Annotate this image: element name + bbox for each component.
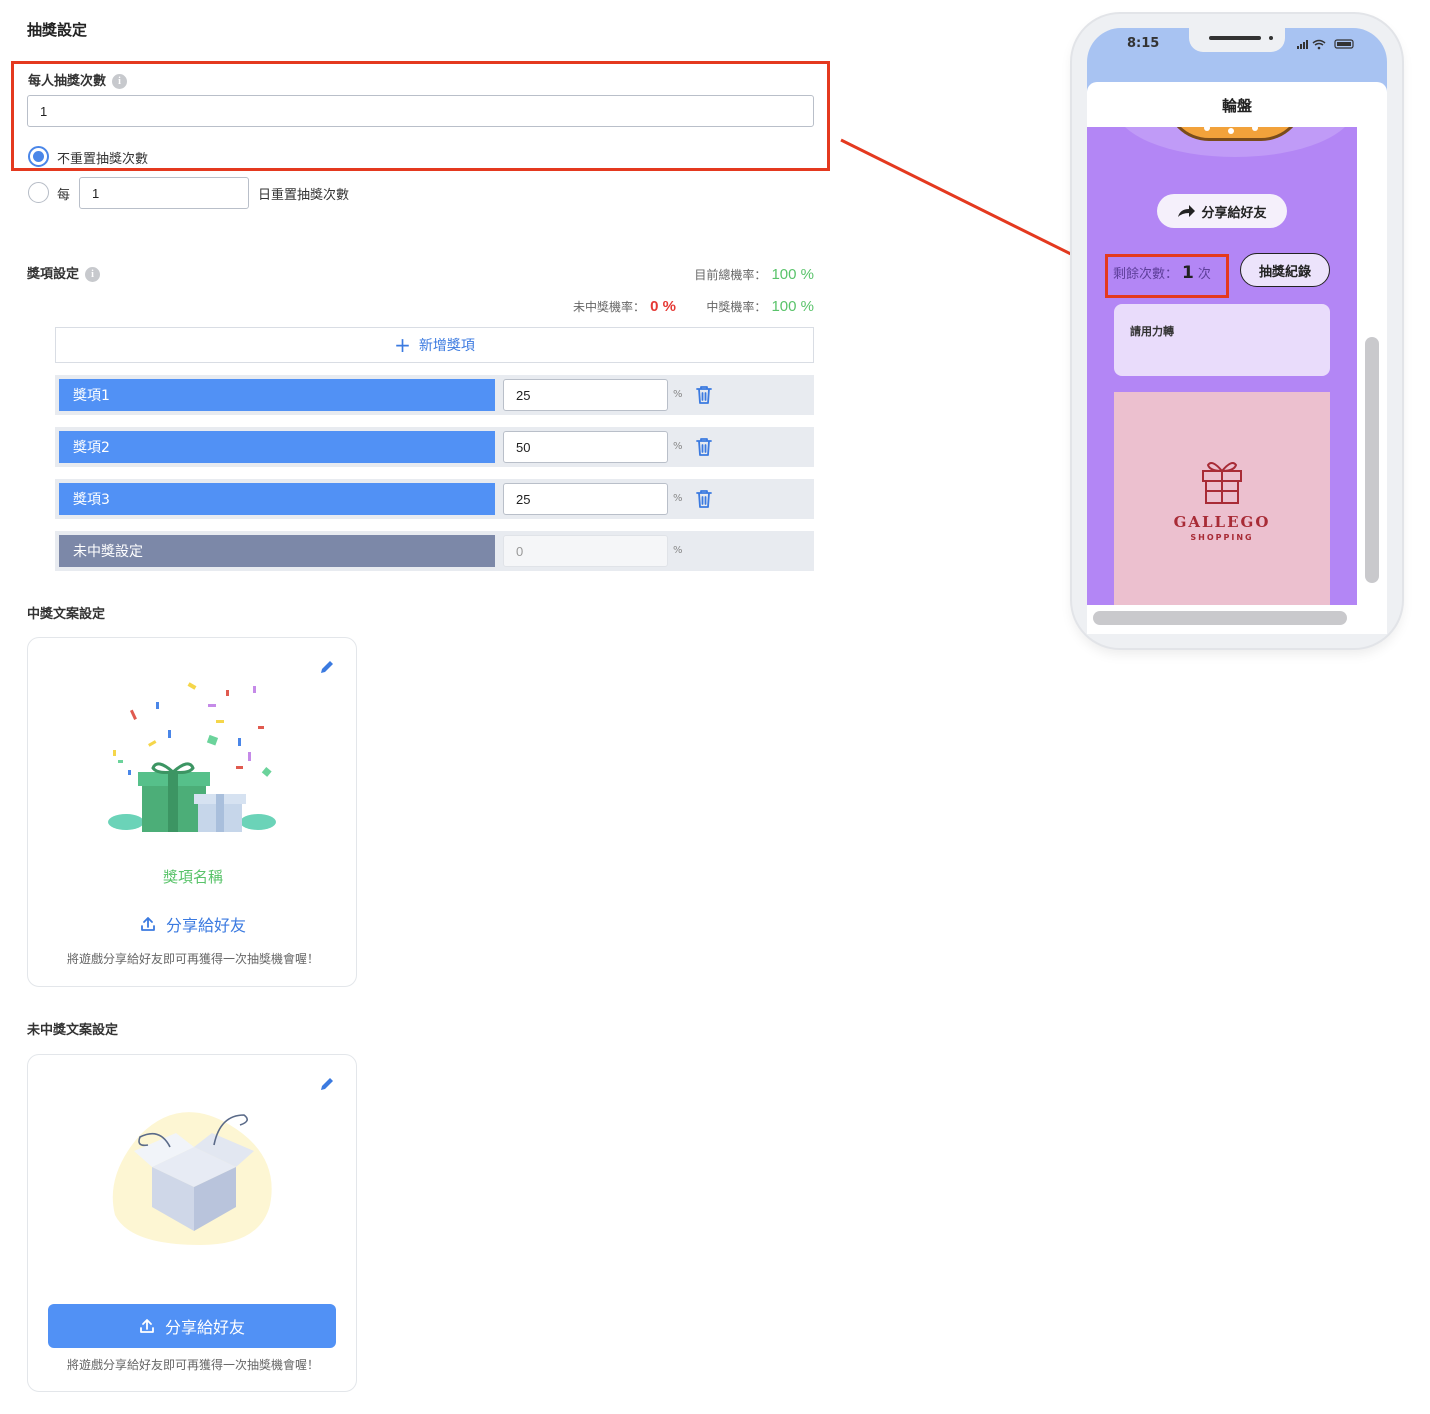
remaining-value: 1: [1182, 263, 1194, 283]
gift-logo-icon: [1202, 462, 1242, 504]
no-reset-radio[interactable]: [28, 146, 49, 167]
total-prob-value: 100 %: [771, 266, 814, 283]
prize-settings-title-text: 獎項設定: [27, 267, 80, 282]
win-share-note: 將遊戲分享給好友即可再獲得一次抽獎機會喔！: [66, 952, 319, 966]
prize-name[interactable]: 獎項1: [59, 379, 495, 411]
win-copy-card: 獎項名稱 分享給好友 將遊戲分享給好友即可再獲得一次抽獎機會喔！: [27, 637, 357, 987]
trash-icon[interactable]: [695, 489, 713, 509]
lottery-settings-title: 抽獎設定: [27, 21, 88, 39]
percent-sign: %: [673, 545, 683, 556]
lose-prob-label: 未中獎機率：: [573, 300, 646, 314]
total-prob-label: 目前總機率：: [694, 268, 767, 282]
plus-icon: +: [394, 333, 411, 357]
lose-prob-value: 0 %: [650, 298, 676, 315]
phone-share-label: 分享給好友: [1201, 205, 1267, 221]
upload-icon: [140, 1319, 154, 1333]
brand-name: GALLEGO: [1173, 513, 1271, 531]
per-person-label: 每人抽獎次數 i: [28, 70, 128, 89]
gift-celebration-illustration: [108, 682, 276, 832]
trash-icon[interactable]: [695, 385, 713, 405]
lottery-history-button[interactable]: 抽獎紀錄: [1240, 253, 1330, 287]
prize-name-text: 獎項名稱: [162, 868, 223, 886]
info-icon: i: [85, 267, 101, 282]
reset-days-input[interactable]: 1: [79, 177, 249, 209]
add-prize-label: 新增獎項: [418, 338, 475, 354]
prize-rate-input[interactable]: 25: [503, 379, 668, 411]
prize-row: 獎項1 25 %: [55, 375, 814, 415]
phone-notch: [1189, 28, 1285, 52]
no-win-rate-input: 0: [503, 535, 668, 567]
lose-share-label: 分享給好友: [164, 1318, 245, 1337]
prize-row: 獎項3 25 %: [55, 479, 814, 519]
prize-rate-input[interactable]: 25: [503, 483, 668, 515]
vertical-scrollbar[interactable]: [1365, 337, 1379, 583]
lose-share-button[interactable]: 分享給好友: [48, 1304, 336, 1348]
prize-name[interactable]: 獎項2: [59, 431, 495, 463]
win-share-label: 分享給好友: [165, 916, 246, 935]
win-probability: 中獎機率： 100 %: [706, 296, 814, 315]
daily-reset-label: 日重置抽獎次數: [258, 188, 350, 203]
upload-icon: [141, 917, 155, 931]
spin-hint-card: 請用力轉: [1114, 304, 1330, 376]
total-probability: 目前總機率： 100 %: [694, 264, 814, 283]
share-arrow-icon: [1178, 205, 1196, 217]
per-person-label-text: 每人抽獎次數: [28, 74, 107, 89]
phone-bottom-bar: [1087, 605, 1387, 634]
phone-screen: 8:15 輪盤 分享給好友 剩餘次數： 1 次 抽獎紀錄 請用力轉 GALLEG…: [1087, 28, 1387, 634]
no-reset-label: 不重置抽獎次數: [57, 152, 149, 167]
win-share-link[interactable]: 分享給好友: [28, 912, 358, 936]
remaining-unit: 次: [1197, 267, 1211, 282]
scroll-track: [1357, 127, 1387, 605]
add-prize-button[interactable]: + 新增獎項: [55, 327, 814, 363]
status-time: 8:15: [1127, 36, 1160, 51]
phone-content: 分享給好友 剩餘次數： 1 次 抽獎紀錄 請用力轉 GALLEGO SHOPPI…: [1087, 127, 1357, 605]
lose-copy-title: 未中獎文案設定: [27, 1023, 119, 1038]
info-icon: i: [112, 74, 128, 89]
no-win-name: 未中獎設定: [59, 535, 495, 567]
brand-banner: GALLEGO SHOPPING: [1114, 392, 1330, 605]
per-person-input[interactable]: 1: [27, 95, 814, 127]
phone-header-title: 輪盤: [1087, 82, 1387, 128]
prize-rate-input[interactable]: 50: [503, 431, 668, 463]
trash-icon[interactable]: [695, 437, 713, 457]
edit-pencil-icon[interactable]: [318, 658, 336, 676]
percent-sign: %: [673, 389, 683, 400]
prize-settings-title: 獎項設定 i: [27, 263, 101, 282]
remaining-label: 剩餘次數：: [1113, 267, 1179, 282]
daily-reset-radio[interactable]: [28, 182, 49, 203]
remaining-count: 剩餘次數： 1 次: [1113, 263, 1211, 283]
prize-name[interactable]: 獎項3: [59, 483, 495, 515]
percent-sign: %: [673, 441, 683, 452]
phone-share-button[interactable]: 分享給好友: [1157, 194, 1287, 228]
no-win-row: 未中獎設定 0 %: [55, 531, 814, 571]
lose-copy-card: 分享給好友 將遊戲分享給好友即可再獲得一次抽獎機會喔！: [27, 1054, 357, 1392]
percent-sign: %: [673, 493, 683, 504]
lose-probability: 未中獎機率： 0 %: [573, 296, 676, 315]
horizontal-scrollbar[interactable]: [1093, 611, 1347, 625]
win-prob-label: 中獎機率：: [706, 300, 767, 314]
every-label: 每: [57, 188, 71, 203]
lose-share-note: 將遊戲分享給好友即可再獲得一次抽獎機會喔！: [66, 1358, 319, 1372]
brand-sub: SHOPPING: [1190, 533, 1254, 542]
edit-pencil-icon[interactable]: [318, 1075, 336, 1093]
win-prob-value: 100 %: [771, 298, 814, 315]
empty-box-illustration: [112, 1112, 272, 1245]
prize-row: 獎項2 50 %: [55, 427, 814, 467]
spin-hint-text: 請用力轉: [1130, 325, 1174, 338]
status-icons: [1297, 39, 1354, 50]
win-copy-title: 中獎文案設定: [27, 607, 106, 622]
annotation-arrow: [840, 138, 1097, 268]
